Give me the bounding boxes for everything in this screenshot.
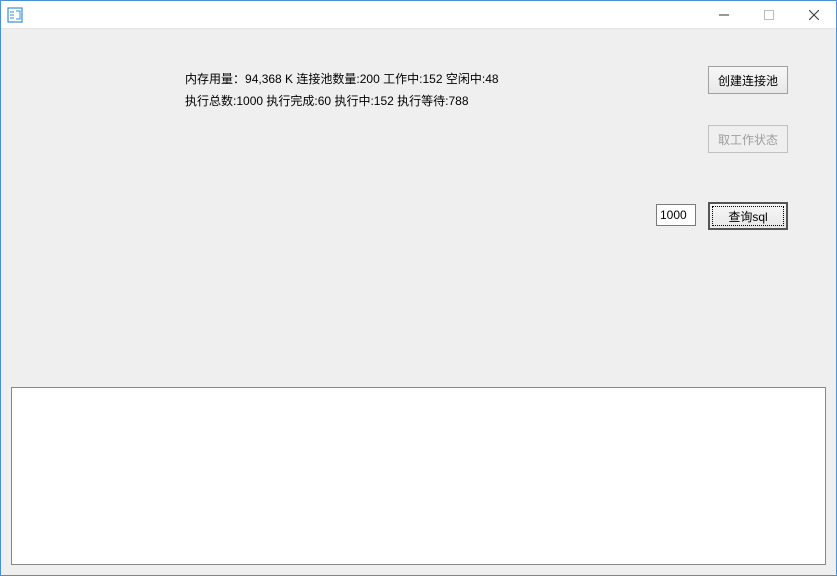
- status-line-1: 内存用量：94,368 K 连接池数量:200 工作中:152 空闲中:48: [185, 69, 499, 89]
- get-status-button: 取工作状态: [708, 125, 788, 153]
- app-window: 内存用量：94,368 K 连接池数量:200 工作中:152 空闲中:48 执…: [0, 0, 837, 576]
- client-area: 内存用量：94,368 K 连接池数量:200 工作中:152 空闲中:48 执…: [1, 29, 836, 575]
- exec-wait-value: 788: [449, 94, 469, 108]
- create-pool-button[interactable]: 创建连接池: [708, 66, 788, 94]
- idle-label: 空闲中:: [446, 72, 485, 86]
- titlebar-left: [7, 7, 23, 23]
- pool-value: 200: [360, 72, 380, 86]
- exec-done-value: 60: [318, 94, 331, 108]
- status-text: 内存用量：94,368 K 连接池数量:200 工作中:152 空闲中:48 执…: [185, 69, 499, 111]
- close-button[interactable]: [791, 1, 836, 29]
- exec-running-label: 执行中:: [334, 94, 373, 108]
- output-textarea[interactable]: [12, 388, 825, 564]
- count-input[interactable]: [656, 204, 696, 226]
- maximize-button[interactable]: [746, 1, 791, 29]
- minimize-button[interactable]: [701, 1, 746, 29]
- idle-value: 48: [485, 72, 498, 86]
- mem-value: 94,368 K: [245, 72, 293, 86]
- pool-label: 连接池数量:: [296, 72, 359, 86]
- titlebar: [1, 1, 836, 29]
- status-line-2: 执行总数:1000 执行完成:60 执行中:152 执行等待:788: [185, 91, 499, 111]
- output-panel: [11, 387, 826, 565]
- exec-total-value: 1000: [236, 94, 263, 108]
- working-label: 工作中:: [383, 72, 422, 86]
- mem-label: 内存用量：: [185, 72, 245, 86]
- titlebar-controls: [701, 1, 836, 28]
- exec-running-value: 152: [374, 94, 394, 108]
- exec-done-label: 执行完成:: [266, 94, 317, 108]
- query-sql-button[interactable]: 查询sql: [708, 202, 788, 230]
- working-value: 152: [422, 72, 442, 86]
- exec-wait-label: 执行等待:: [397, 94, 448, 108]
- exec-total-label: 执行总数:: [185, 94, 236, 108]
- app-icon: [7, 7, 23, 23]
